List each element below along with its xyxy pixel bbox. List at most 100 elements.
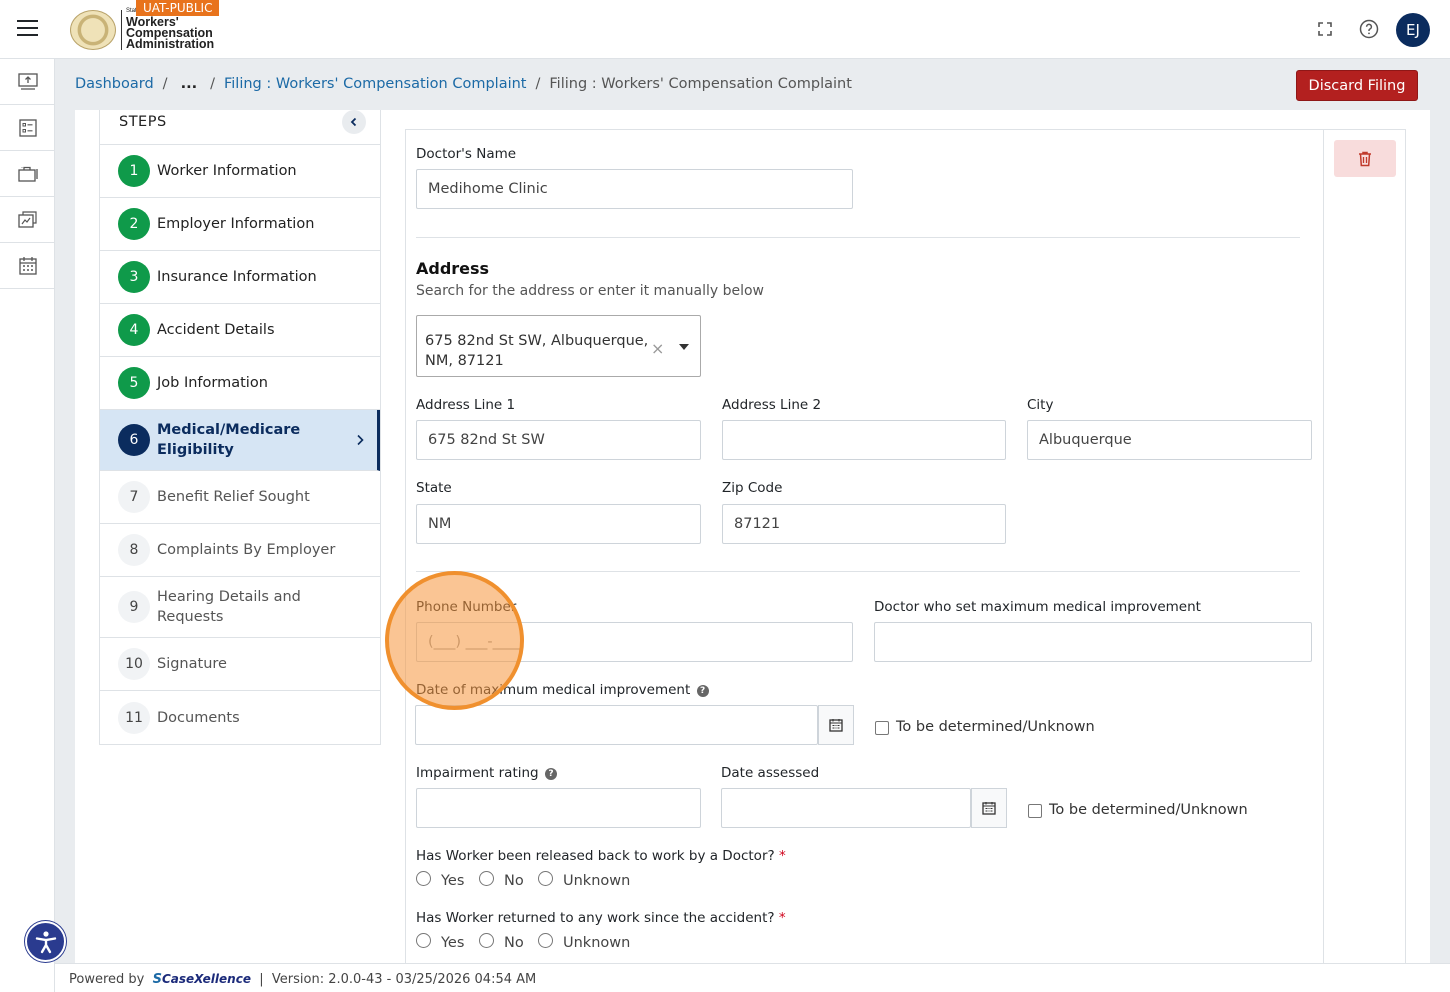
step-medical-medicare-eligibility[interactable]: 6 Medical/Medicare Eligibility — [100, 410, 380, 471]
card-divider — [1323, 130, 1324, 964]
step-label: Medical/Medicare Eligibility — [157, 422, 301, 458]
step-number: 10 — [118, 648, 150, 680]
impairment-rating-input[interactable] — [416, 788, 701, 828]
step-job-information[interactable]: 5 Job Information — [100, 357, 380, 410]
step-documents[interactable]: 11 Documents — [100, 691, 380, 744]
city-label: City — [1027, 397, 1054, 413]
step-label: Employer Information — [157, 216, 315, 232]
step-label: Benefit Relief Sought — [157, 489, 310, 505]
zip-code-label: Zip Code — [722, 480, 783, 496]
address-search-value: 675 82nd St SW, Albuquerque, NM, 87121 — [425, 333, 649, 369]
assessed-tbd-checkbox[interactable] — [1028, 804, 1042, 818]
step-signature[interactable]: 10 Signature — [100, 638, 380, 691]
breadcrumb: Dashboard /... / Filing : Workers' Compensa… — [75, 76, 852, 92]
step-number: 9 — [118, 591, 150, 623]
step-label: Signature — [157, 656, 227, 672]
breadcrumb-filing-link[interactable]: Filing : Workers' Compensation Complaint — [224, 76, 527, 92]
step-hearing-details[interactable]: 9 Hearing Details and Requests — [100, 577, 380, 638]
rail-calendar[interactable] — [0, 243, 55, 289]
address-search-select[interactable]: 675 82nd St SW, Albuquerque, NM, 87121 × — [416, 315, 701, 377]
mmi-date-label: Date of maximum medical improvement ? — [416, 682, 709, 698]
breadcrumb-ellipsis[interactable]: ... — [181, 76, 198, 92]
calendar-icon — [829, 719, 843, 732]
zip-code-input[interactable] — [722, 504, 1006, 544]
released-unknown-label: Unknown — [563, 873, 631, 889]
medical-form-card: Doctor's Name Address Search for the add… — [405, 129, 1406, 964]
accessibility-button[interactable] — [25, 921, 66, 962]
step-number: 4 — [118, 314, 150, 346]
step-number: 3 — [118, 261, 150, 293]
menu-icon[interactable] — [17, 20, 38, 37]
caret-down-icon[interactable] — [679, 344, 689, 350]
rail-cases[interactable] — [0, 151, 55, 197]
delete-doctor-button[interactable] — [1334, 140, 1396, 177]
assessed-tbd-label: To be determined/Unknown — [1049, 802, 1248, 818]
breadcrumb-bar: Dashboard /... / Filing : Workers' Compensa… — [55, 59, 1450, 110]
help-circle-icon[interactable]: ? — [544, 768, 557, 780]
address-line2-label: Address Line 2 — [722, 397, 822, 413]
address-line2-input[interactable] — [722, 420, 1006, 460]
state-seal-logo — [70, 10, 116, 50]
date-assessed-label: Date assessed — [721, 765, 820, 781]
step-number: 2 — [118, 208, 150, 240]
returned-unknown-label: Unknown — [563, 935, 631, 951]
returned-unknown-radio[interactable] — [538, 933, 553, 948]
released-unknown-radio[interactable] — [538, 871, 553, 886]
state-input[interactable] — [416, 504, 701, 544]
address-line1-input[interactable] — [416, 420, 701, 460]
step-label: Worker Information — [157, 163, 297, 179]
address-subtitle: Search for the address or enter it manua… — [416, 283, 764, 299]
steps-title: STEPS — [119, 114, 167, 130]
doctor-name-input[interactable] — [416, 169, 853, 209]
returned-yes-label: Yes — [441, 935, 465, 951]
environment-badge: UAT-PUBLIC — [136, 0, 220, 16]
released-no-label: No — [504, 873, 524, 889]
step-benefit-relief-sought[interactable]: 7 Benefit Relief Sought — [100, 471, 380, 524]
powered-by-text: Powered by — [69, 972, 145, 987]
step-complaints-by-employer[interactable]: 8 Complaints By Employer — [100, 524, 380, 577]
step-employer-information[interactable]: 2 Employer Information — [100, 198, 380, 251]
step-worker-information[interactable]: 1 Worker Information — [100, 145, 380, 198]
divider — [416, 237, 1300, 238]
user-avatar[interactable]: EJ — [1396, 13, 1430, 47]
agency-logo-text: State Workers' Compensation Administrati… — [126, 8, 215, 51]
top-header: State Workers' Compensation Administrati… — [0, 0, 1450, 59]
chevron-right-icon — [357, 434, 364, 446]
released-no-radio[interactable] — [479, 871, 494, 886]
step-insurance-information[interactable]: 3 Insurance Information — [100, 251, 380, 304]
casexellence-logo: CaseXellence — [162, 972, 251, 986]
help-icon[interactable] — [1358, 18, 1380, 40]
mmi-tbd-checkbox[interactable] — [875, 721, 889, 735]
step-label: Complaints By Employer — [157, 542, 336, 558]
date-assessed-input[interactable] — [721, 788, 971, 828]
step-label: Hearing Details and Requests — [157, 589, 301, 625]
mmi-doctor-label: Doctor who set maximum medical improveme… — [874, 599, 1201, 615]
rail-upload[interactable] — [0, 59, 55, 105]
released-yes-radio[interactable] — [416, 871, 431, 886]
returned-no-radio[interactable] — [479, 933, 494, 948]
step-accident-details[interactable]: 4 Accident Details — [100, 304, 380, 357]
clear-icon[interactable]: × — [651, 339, 664, 358]
city-input[interactable] — [1027, 420, 1312, 460]
date-assessed-calendar-button[interactable] — [971, 788, 1007, 828]
fullscreen-icon[interactable] — [1314, 18, 1336, 40]
rail-checklist[interactable] — [0, 105, 55, 151]
phone-number-input[interactable] — [416, 622, 853, 662]
returned-question-label: Has Worker returned to any work since th… — [416, 910, 786, 926]
step-number: 11 — [118, 701, 150, 734]
breadcrumb-dashboard[interactable]: Dashboard — [75, 76, 154, 92]
step-number: 7 — [118, 481, 150, 513]
phone-number-label: Phone Number — [416, 599, 517, 615]
document-icon — [17, 210, 37, 228]
help-circle-icon[interactable]: ? — [696, 685, 709, 697]
left-icon-rail — [0, 59, 55, 992]
mmi-date-calendar-button[interactable] — [818, 705, 854, 745]
returned-yes-radio[interactable] — [416, 933, 431, 948]
mmi-date-input[interactable] — [415, 705, 818, 745]
footer: Powered by SCaseXellence | Version: 2.0.… — [55, 963, 1450, 992]
discard-filing-button[interactable]: Discard Filing — [1296, 70, 1418, 101]
rail-documents[interactable] — [0, 197, 55, 243]
collapse-steps-button[interactable] — [342, 110, 366, 134]
mmi-doctor-input[interactable] — [874, 622, 1312, 662]
steps-panel: STEPS 1 Worker Information 2 Employer In… — [99, 110, 381, 745]
